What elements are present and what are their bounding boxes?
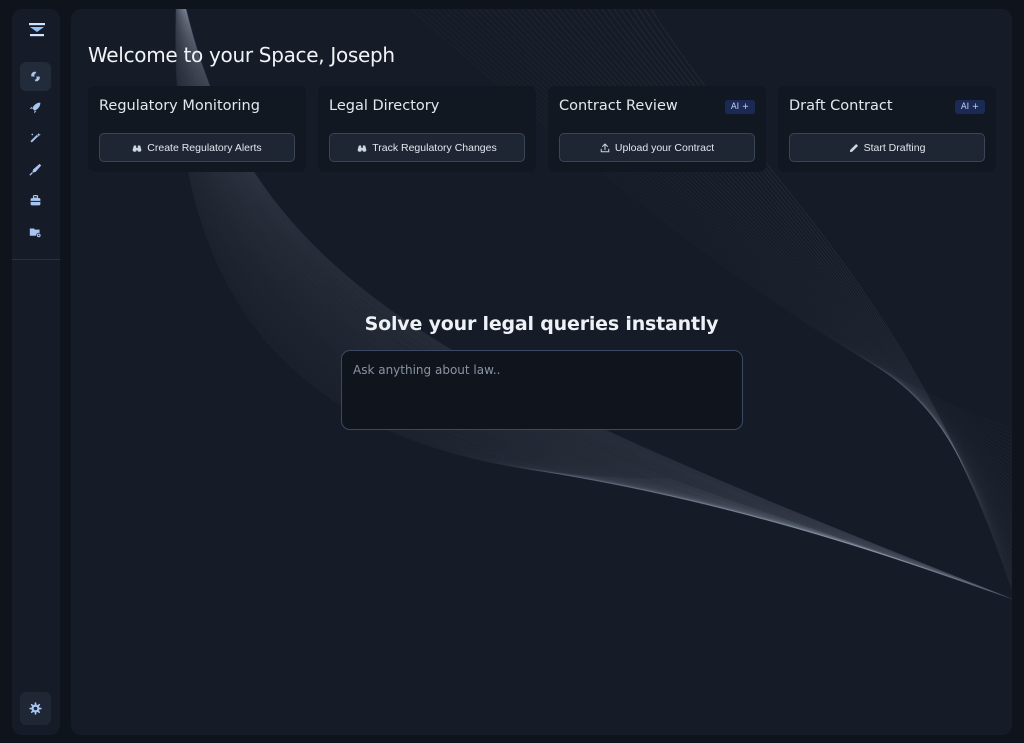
nav-pen-button[interactable] (20, 155, 51, 184)
card-legal-directory: Legal Directory Track Regulatory Changes (318, 86, 536, 172)
toolbox-icon (30, 195, 41, 206)
create-regulatory-alerts-button[interactable]: Create Regulatory Alerts (99, 133, 295, 162)
nav-spin-button[interactable] (20, 62, 51, 91)
app-logo-icon[interactable] (29, 23, 45, 37)
rocket-icon (29, 102, 41, 114)
main-panel: Welcome to your Space, Joseph Regulatory… (71, 9, 1012, 735)
nav-rocket-button[interactable] (20, 93, 51, 122)
button-label: Create Regulatory Alerts (147, 141, 262, 154)
folder-settings-icon (29, 228, 42, 238)
query-heading: Solve your legal queries instantly (364, 313, 719, 335)
card-contract-review: Contract Review AI + Upload your Contrac… (548, 86, 766, 172)
upload-contract-button[interactable]: Upload your Contract (559, 133, 755, 162)
button-label: Start Drafting (863, 141, 926, 154)
card-draft-contract: Draft Contract AI + Start Drafting (778, 86, 996, 172)
binoculars-icon (357, 145, 367, 152)
card-title: Contract Review (559, 98, 678, 114)
app-root: Welcome to your Space, Joseph Regulatory… (0, 0, 1024, 743)
ai-badge: AI + (954, 100, 985, 114)
law-query-input[interactable] (341, 350, 743, 430)
spin-icon (31, 71, 40, 82)
button-label: Upload your Contract (614, 141, 715, 154)
nav-magic-button[interactable] (20, 124, 51, 153)
page-title: Welcome to your Space, Joseph (88, 43, 395, 67)
pencil-icon (849, 143, 858, 152)
start-drafting-button[interactable]: Start Drafting (789, 133, 985, 162)
upload-icon (600, 142, 610, 152)
card-regulatory-monitoring: Regulatory Monitoring Create Regulatory … (88, 86, 306, 172)
card-title: Regulatory Monitoring (99, 98, 260, 114)
binoculars-icon (132, 145, 142, 152)
nav-folder-button[interactable] (20, 218, 51, 247)
magic-wand-icon (30, 132, 41, 143)
nav-toolbox-button[interactable] (20, 186, 51, 215)
gear-icon (29, 702, 42, 715)
button-label: Track Regulatory Changes (372, 141, 497, 154)
ai-badge: AI + (724, 100, 755, 114)
card-title: Legal Directory (329, 98, 440, 114)
track-regulatory-changes-button[interactable]: Track Regulatory Changes (329, 133, 525, 162)
sidebar (12, 9, 60, 735)
settings-button[interactable] (20, 692, 51, 725)
pen-nib-icon (29, 163, 42, 176)
card-title: Draft Contract (789, 98, 893, 114)
sidebar-divider (12, 259, 60, 260)
